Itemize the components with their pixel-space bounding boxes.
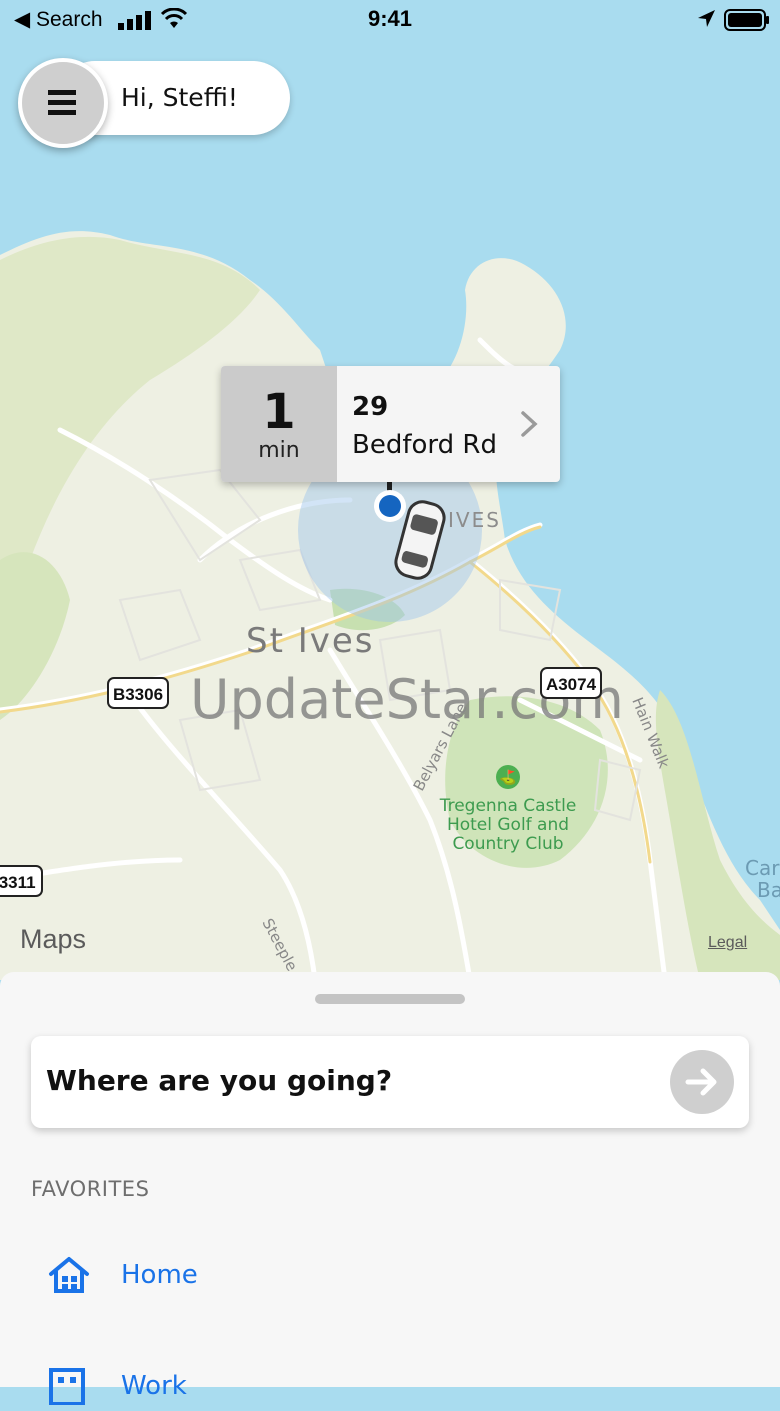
address-number: 29: [352, 392, 389, 422]
favorites-heading: FAVORITES: [31, 1177, 150, 1201]
edge-label-1: Car: [745, 856, 780, 880]
favorite-work-label: Work: [121, 1371, 187, 1401]
status-time: 9:41: [367, 6, 413, 31]
favorite-home-label: Home: [121, 1260, 198, 1290]
chevron-right-icon: [521, 411, 538, 437]
favorite-home[interactable]: Home: [48, 1256, 198, 1300]
favorite-work[interactable]: Work: [48, 1367, 187, 1411]
svg-text:B3306: B3306: [113, 685, 163, 704]
destination-placeholder: Where are you going?: [46, 1064, 393, 1097]
svg-text:A3074: A3074: [546, 675, 597, 694]
map-canvas: IVES St Ives UpdateStar.com B3306 A3074 …: [0, 0, 780, 980]
eta-minutes-box: 1 min: [221, 366, 337, 482]
menu-button[interactable]: [18, 58, 108, 148]
poi-label: Tregenna Castle Hotel Golf and Country C…: [439, 796, 577, 854]
arrow-right-icon: [685, 1068, 717, 1096]
map-view[interactable]: IVES St Ives UpdateStar.com B3306 A3074 …: [0, 0, 780, 980]
road-shield-a3074: A3074: [540, 667, 602, 699]
maps-logo-text: Maps: [20, 924, 87, 954]
svg-text:Tregenna Castle: Tregenna Castle: [439, 796, 577, 816]
sheet-grabber[interactable]: [315, 994, 465, 1004]
svg-text:B3311: B3311: [0, 873, 36, 892]
town-label-small: IVES: [448, 508, 501, 532]
pickup-address: 29 Bedford Rd: [352, 388, 497, 464]
svg-text:Country Club: Country Club: [452, 834, 563, 854]
eta-card[interactable]: 1 min 29 Bedford Rd: [221, 366, 560, 482]
edge-label-2: Ba: [757, 878, 780, 902]
road-shield-b3311: B3311: [0, 865, 43, 897]
greeting-text: Hi, Steffi!: [121, 83, 238, 112]
legal-link[interactable]: Legal: [708, 934, 747, 952]
destination-search[interactable]: Where are you going?: [31, 1036, 749, 1128]
eta-minutes: 1: [262, 384, 296, 440]
road-shield-b3306: B3306: [107, 677, 169, 709]
work-icon: [49, 1368, 85, 1406]
hamburger-icon: [48, 90, 76, 115]
home-icon: [49, 1257, 89, 1293]
eta-unit: min: [258, 438, 300, 463]
go-button[interactable]: [670, 1050, 734, 1114]
status-bar: ◀ Search 9:41: [0, 0, 780, 40]
location-arrow-icon: [698, 10, 715, 27]
bottom-sheet: Where are you going? FAVORITES Home Work: [0, 972, 780, 1406]
town-label: St Ives: [246, 621, 375, 661]
svg-text:Hotel Golf and: Hotel Golf and: [447, 815, 569, 835]
address-street: Bedford Rd: [352, 430, 497, 460]
apple-maps-logo: Maps: [20, 924, 86, 955]
svg-text:⛳: ⛳: [499, 769, 516, 786]
battery-icon: [724, 9, 769, 31]
